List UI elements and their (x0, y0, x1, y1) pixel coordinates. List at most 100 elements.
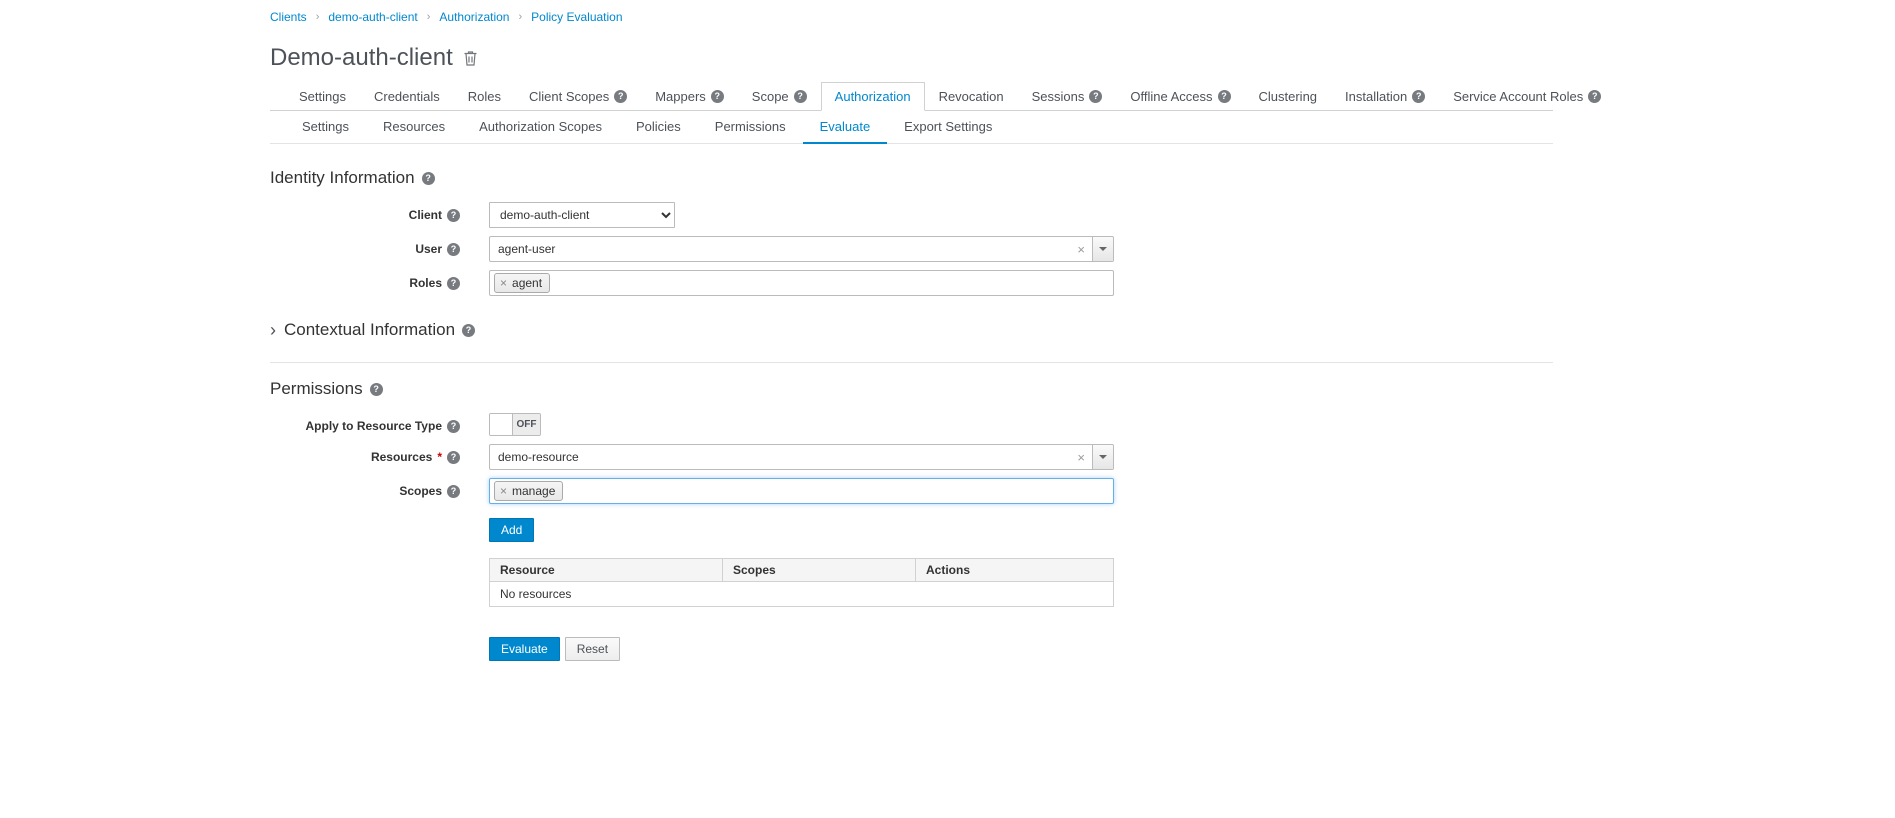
page-title: Demo-auth-client (270, 44, 453, 72)
identity-information-title: Identity Information ? (270, 168, 1553, 188)
authorization-sub-tabs: Settings Resources Authorization Scopes … (270, 111, 1553, 144)
tab-label: Authorization (835, 89, 911, 104)
user-combobox[interactable]: agent-user × (489, 236, 1114, 262)
tab-label: Scope (752, 89, 789, 104)
help-icon: ? (711, 90, 724, 103)
tab-client-scopes[interactable]: Client Scopes? (515, 82, 641, 111)
roles-multiselect[interactable]: × agent (489, 270, 1114, 296)
table-header-scopes: Scopes (723, 559, 916, 582)
tab-scope[interactable]: Scope? (738, 82, 821, 111)
help-icon: ? (614, 90, 627, 103)
subtab-policies[interactable]: Policies (619, 111, 698, 144)
breadcrumb-link-clients[interactable]: Clients (270, 10, 307, 24)
tab-service-account-roles[interactable]: Service Account Roles? (1439, 82, 1615, 111)
subtab-evaluate[interactable]: Evaluate (803, 111, 888, 144)
role-tag: × agent (494, 273, 550, 293)
tab-label: Installation (1345, 89, 1407, 104)
subtab-export-settings[interactable]: Export Settings (887, 111, 1009, 144)
page-content: Clients › demo-auth-client › Authorizati… (270, 0, 1553, 661)
tab-credentials[interactable]: Credentials (360, 82, 454, 111)
tab-label: Clustering (1259, 89, 1318, 104)
scope-tag: × manage (494, 481, 563, 501)
breadcrumb-separator: › (518, 11, 522, 23)
clear-user-icon[interactable]: × (1070, 243, 1092, 256)
subtab-resources[interactable]: Resources (366, 111, 462, 144)
clear-resource-icon[interactable]: × (1070, 451, 1092, 464)
user-label: User ? (270, 236, 460, 256)
permissions-section: Permissions ? Apply to Resource Type ? O… (270, 362, 1553, 661)
tab-settings[interactable]: Settings (285, 82, 360, 111)
help-icon[interactable]: ? (422, 172, 435, 185)
tab-clustering[interactable]: Clustering (1245, 82, 1332, 111)
table-row: No resources (490, 582, 1114, 607)
table-header-resource: Resource (490, 559, 723, 582)
apply-resource-type-toggle[interactable]: OFF (489, 413, 541, 436)
client-select[interactable]: demo-auth-client (489, 202, 675, 228)
help-icon[interactable]: ? (447, 209, 460, 222)
resources-label: Resources * ? (270, 444, 460, 464)
permissions-title: Permissions ? (270, 379, 1553, 399)
help-icon[interactable]: ? (447, 243, 460, 256)
tab-label: Credentials (374, 89, 440, 104)
user-dropdown-toggle[interactable] (1092, 237, 1113, 261)
help-icon: ? (1218, 90, 1231, 103)
no-resources-cell: No resources (490, 582, 1114, 607)
tab-offline-access[interactable]: Offline Access? (1116, 82, 1244, 111)
tab-label: Roles (468, 89, 501, 104)
breadcrumb-link-demo-auth-client[interactable]: demo-auth-client (328, 10, 417, 24)
tab-label: Mappers (655, 89, 706, 104)
help-icon[interactable]: ? (462, 324, 475, 337)
evaluation-resources-table: Resource Scopes Actions No resources (489, 558, 1114, 607)
breadcrumb: Clients › demo-auth-client › Authorizati… (270, 10, 1553, 24)
section-title-text: Identity Information (270, 168, 415, 188)
remove-scope-icon[interactable]: × (500, 485, 507, 497)
roles-label: Roles ? (270, 270, 460, 290)
toggle-handle (490, 414, 513, 435)
toggle-off-label: OFF (513, 414, 540, 435)
chevron-right-icon: › (270, 323, 276, 337)
breadcrumb-separator: › (316, 11, 320, 23)
client-label: Client ? (270, 202, 460, 222)
evaluate-button[interactable]: Evaluate (489, 637, 560, 661)
tab-installation[interactable]: Installation? (1331, 82, 1439, 111)
tab-roles[interactable]: Roles (454, 82, 515, 111)
help-icon[interactable]: ? (447, 277, 460, 290)
breadcrumb-link-authorization[interactable]: Authorization (439, 10, 509, 24)
tab-authorization[interactable]: Authorization (821, 82, 925, 111)
role-tag-label: agent (512, 275, 542, 291)
section-title-text: Contextual Information (284, 320, 455, 340)
tab-mappers[interactable]: Mappers? (641, 82, 738, 111)
tab-label: Service Account Roles (1453, 89, 1583, 104)
add-button[interactable]: Add (489, 518, 534, 542)
resources-dropdown-toggle[interactable] (1092, 445, 1113, 469)
subtab-authorization-scopes[interactable]: Authorization Scopes (462, 111, 619, 144)
apply-resource-type-label: Apply to Resource Type ? (270, 413, 460, 433)
help-icon: ? (794, 90, 807, 103)
chevron-down-icon (1099, 455, 1107, 459)
breadcrumb-link-policy-evaluation[interactable]: Policy Evaluation (531, 10, 622, 24)
user-value: agent-user (490, 242, 1070, 256)
help-icon[interactable]: ? (447, 420, 460, 433)
contextual-information-header[interactable]: › Contextual Information ? (270, 320, 1553, 340)
help-icon[interactable]: ? (447, 451, 460, 464)
subtab-settings[interactable]: Settings (285, 111, 366, 144)
remove-role-icon[interactable]: × (500, 277, 507, 289)
reset-button[interactable]: Reset (565, 637, 620, 661)
tab-label: Client Scopes (529, 89, 609, 104)
table-header-actions: Actions (916, 559, 1114, 582)
help-icon: ? (1089, 90, 1102, 103)
scopes-label: Scopes ? (270, 478, 460, 498)
help-icon: ? (1588, 90, 1601, 103)
tab-revocation[interactable]: Revocation (925, 82, 1018, 111)
scope-tag-label: manage (512, 483, 555, 499)
help-icon: ? (1412, 90, 1425, 103)
resource-value: demo-resource (490, 450, 1070, 464)
resources-combobox[interactable]: demo-resource × (489, 444, 1114, 470)
chevron-down-icon (1099, 247, 1107, 251)
delete-client-icon[interactable] (463, 50, 478, 66)
help-icon[interactable]: ? (447, 485, 460, 498)
help-icon[interactable]: ? (370, 383, 383, 396)
scopes-multiselect[interactable]: × manage (489, 478, 1114, 504)
subtab-permissions[interactable]: Permissions (698, 111, 803, 144)
tab-sessions[interactable]: Sessions? (1018, 82, 1117, 111)
